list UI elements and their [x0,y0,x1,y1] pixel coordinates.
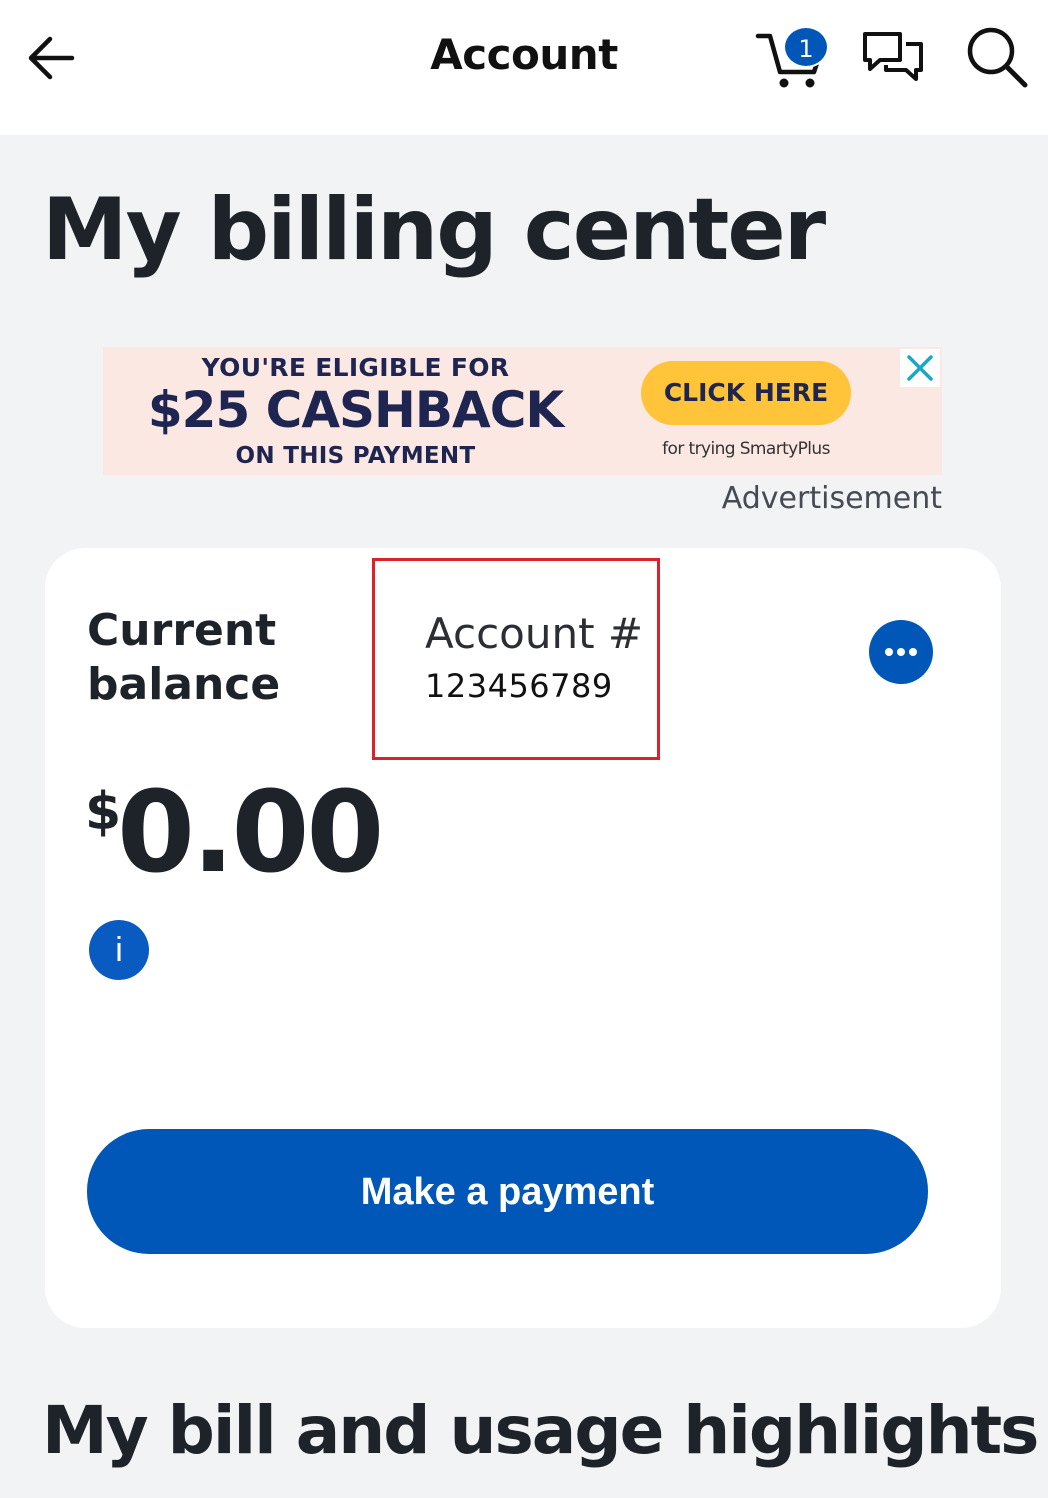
currency-symbol: $ [85,782,122,842]
page-title: My billing center [42,180,826,280]
info-icon[interactable]: i [89,920,149,980]
chat-icon [863,32,923,81]
ad-note-text: for trying SmartyPlus [662,439,830,459]
chat-button[interactable] [860,28,926,88]
more-options-button[interactable] [869,620,933,684]
ad-payment-text: ON THIS PAYMENT [235,443,476,469]
close-icon [907,355,933,381]
balance-card: Current balance Account # 123456789 $ 0.… [45,548,1001,1328]
ad-cashback-text: $25 CASHBACK [147,381,564,439]
account-number-highlight: Account # 123456789 [372,558,660,760]
search-button[interactable] [962,22,1032,92]
ad-click-here-button[interactable]: CLICK HERE [641,361,851,425]
ad-banner[interactable]: YOU'RE ELIGIBLE FOR $25 CASHBACK ON THIS… [103,347,942,475]
ad-eligible-text: YOU'RE ELIGIBLE FOR [201,353,510,382]
ad-close-button[interactable] [900,349,940,387]
bill-usage-highlights-heading: My bill and usage highlights [42,1392,1039,1469]
advertisement-label: Advertisement [721,481,942,516]
search-icon [967,27,1028,88]
account-number-value: 123456789 [425,667,613,705]
current-balance-label: Current balance [87,605,281,710]
top-app-bar: Account 1 [0,0,1048,135]
make-payment-button[interactable]: Make a payment [87,1129,928,1254]
balance-value: 0.00 [117,768,384,898]
cart-count-badge: 1 [783,26,829,68]
account-number-label: Account # [425,609,644,658]
more-horizontal-icon [885,648,917,656]
